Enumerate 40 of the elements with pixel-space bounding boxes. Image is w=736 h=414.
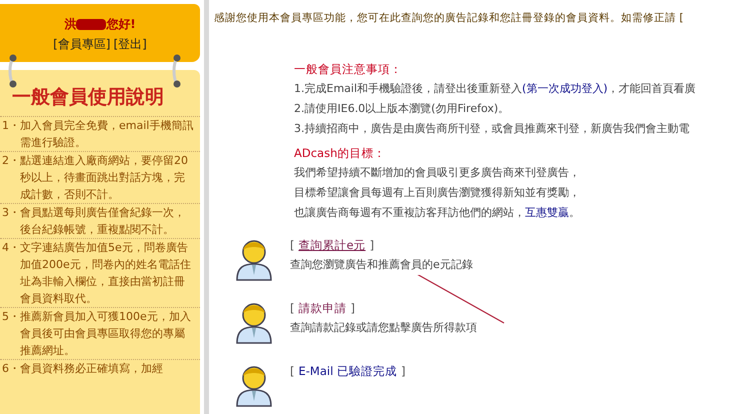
action-link[interactable]: 查詢累計e元: [298, 235, 366, 255]
instruction-text: 會員資料務必正確填寫，加經: [20, 361, 164, 377]
item-number: 1・: [1, 118, 20, 134]
action-link[interactable]: E-Mail 已驗證完成: [298, 361, 397, 381]
item-number: 4・: [1, 240, 20, 256]
action-description: 查詢您瀏覽廣告和推薦會員的e元記錄: [290, 255, 473, 275]
item-number: 5・: [1, 309, 20, 325]
bracket-text: ]: [400, 363, 406, 380]
text-line: 我們希望持續不斷增加的會員吸引更多廣告商來刊登廣告，: [294, 165, 581, 181]
binder-ring-icon: [172, 54, 182, 88]
nav-link[interactable]: [登出]: [114, 36, 147, 53]
instruction-text: 加入會員完全免費，email手機簡訊需進行驗證。: [20, 118, 194, 151]
text-link[interactable]: 互惠雙贏: [525, 206, 569, 219]
text-line: 目標希望讓會員每週有上百則廣告瀏覽獲得新知並有獎勵，: [294, 185, 581, 201]
greeting-text: 您好!: [106, 16, 136, 33]
bracket-text: ]: [350, 300, 355, 317]
text-line: 2.請使用IE6.0以上版本瀏覽(勿用Firefox)。: [294, 101, 510, 117]
action-link[interactable]: 請款申請: [298, 298, 346, 318]
bracket-text: ]: [370, 237, 374, 254]
item-number: 2・: [1, 153, 20, 169]
item-number: 6・: [1, 361, 20, 377]
nav-link[interactable]: [會員專區]: [53, 36, 110, 53]
text-line: 也讓廣告商每週有不重複訪客拜訪他們的網站，互惠雙贏。: [294, 205, 581, 221]
bracket-text: [: [290, 363, 294, 380]
instruction-text: 點選連結進入廠商網站，要停留20秒以上，待畫面跳出對話方塊，完成計數，否則不計。: [20, 153, 189, 203]
section-title: ADcash的目標：: [294, 145, 386, 162]
text-line: 3.持續招商中，廣告是由廣告商所刊登，或會員推薦來刊登，新廣告我們會主動電: [294, 121, 690, 137]
section-title: 一般會員注意事項：: [294, 61, 403, 78]
intro-text: 感謝您使用本會員專區功能，您可在此查詢您的廣告記錄和您註冊登錄的會員資料。如需修正請 [: [214, 11, 684, 25]
bracket-text: [: [290, 237, 294, 254]
greeting-text: 洪: [64, 16, 76, 33]
bracket-text: [: [290, 300, 294, 317]
text-link[interactable]: (第一次成功登入): [522, 82, 608, 95]
binder-ring-icon: [8, 54, 18, 88]
instruction-text: 會員點選每則廣告僅會紀錄一次，後台紀錄帳號，重複點閱不計。: [20, 205, 186, 238]
item-number: 3・: [1, 205, 20, 221]
text-line: 1.完成Email和手機驗證後，請登出後重新登入(第一次成功登入)，才能回首頁看廣: [294, 81, 697, 97]
panel-title: 一般會員使用說明: [12, 85, 165, 110]
instruction-text: 文字連結廣告加值5e元，問卷廣告加值200e元，問卷內的姓名電話住址為非輸入欄位，直接由當初註冊會員資料取代。: [20, 240, 192, 307]
instruction-text: 推薦新會員加入可獲100e元，加入會員後可由會員專區取得您的專屬推薦網址。: [20, 309, 192, 359]
